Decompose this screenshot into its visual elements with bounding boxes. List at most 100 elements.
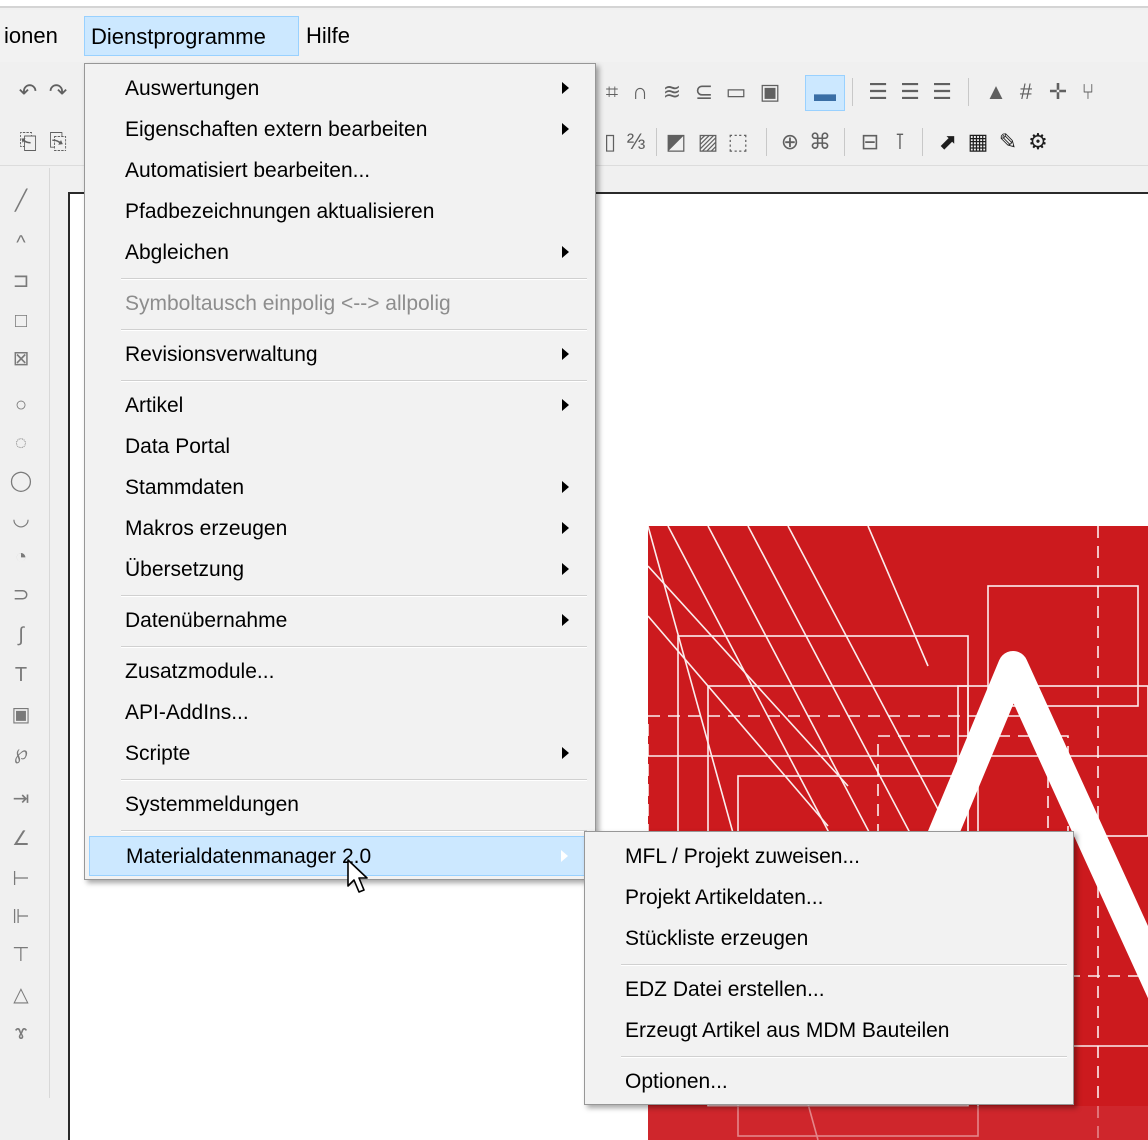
hatch-icon[interactable]: ▨ — [696, 128, 720, 156]
numbering-icon[interactable]: ▭ — [724, 78, 748, 106]
sector-icon[interactable]: ◔ — [6, 544, 36, 570]
placeholder-icon[interactable]: ⬚ — [726, 128, 750, 156]
dimension-horizontal-icon[interactable]: ⊢ — [6, 866, 36, 892]
rectangle-icon[interactable]: □ — [6, 308, 36, 334]
submenu-item-projekt-artikeldaten[interactable]: Projekt Artikeldaten... — [589, 878, 1069, 918]
page-forward-icon[interactable]: ⎘ — [46, 128, 70, 156]
toolbar-separator — [968, 78, 969, 106]
menu-item-label: Artikel — [125, 394, 184, 417]
symbol-icon[interactable]: ⌘ — [808, 128, 832, 156]
text-icon[interactable]: T — [6, 662, 36, 688]
menu-separator — [121, 646, 587, 648]
page-back-icon[interactable]: ⎗ — [16, 128, 40, 156]
menu-item-label: Erzeugt Artikel aus MDM Bauteilen — [625, 1019, 950, 1042]
shape-icon[interactable]: ⊐ — [6, 268, 36, 294]
menu-item-systemmeldungen[interactable]: Systemmeldungen — [89, 785, 591, 825]
menu-item-artikel[interactable]: Artikel — [89, 386, 591, 426]
path-icon[interactable]: ℘ — [6, 740, 36, 766]
menu-item-label: EDZ Datei erstellen... — [625, 978, 825, 1001]
arc-icon[interactable]: ◡ — [6, 506, 36, 532]
menu-item-api-addins[interactable]: API-AddIns... — [89, 693, 591, 733]
redo-icon[interactable]: ↷ — [46, 78, 70, 106]
left-toolbar: ╱ ^ ⊐ □ ⊠ ○ ◌ ◯ ◡ ◔ ⊃ ∫ T ▣ ℘ ⇥ ∠ ⊢ ⊩ ⊤ … — [0, 168, 50, 1098]
frame-icon[interactable]: ▣ — [758, 78, 782, 106]
table-icon[interactable]: ▦ — [966, 128, 990, 156]
menu-optionen[interactable]: ionen — [0, 16, 64, 56]
menu-item-label: API-AddIns... — [125, 701, 249, 724]
menu-item-data-portal[interactable]: Data Portal — [89, 427, 591, 467]
submenu-item-edz-datei-erstellen[interactable]: EDZ Datei erstellen... — [589, 970, 1069, 1010]
align-right-icon[interactable]: ☰ — [930, 78, 954, 106]
submenu-item-stueckliste-erzeugen[interactable]: Stückliste erzeugen — [589, 919, 1069, 959]
dimension-radius-icon[interactable]: ɤ — [6, 1020, 36, 1046]
menu-item-label: Zusatzmodule... — [125, 660, 275, 683]
submenu-item-mfl-projekt-zuweisen[interactable]: MFL / Projekt zuweisen... — [589, 837, 1069, 877]
dimension-chain-icon[interactable]: ⊩ — [6, 904, 36, 930]
ellipse-icon[interactable]: ◯ — [6, 468, 36, 494]
triangle-icon[interactable]: ▲ — [984, 78, 1008, 106]
image-icon[interactable]: ▣ — [6, 702, 36, 728]
page-icon[interactable]: ▯ — [598, 128, 622, 156]
fill-icon[interactable]: ◩ — [664, 128, 688, 156]
menu-item-stammdaten[interactable]: Stammdaten — [89, 468, 591, 508]
branch-icon[interactable]: ⑂ — [1076, 78, 1100, 106]
menu-item-datenuebernahme[interactable]: Datenübernahme — [89, 601, 591, 641]
export-icon[interactable]: ⬈ — [936, 128, 960, 156]
menu-item-eigenschaften-extern[interactable]: Eigenschaften extern bearbeiten — [89, 110, 591, 150]
menu-item-makros-erzeugen[interactable]: Makros erzeugen — [89, 509, 591, 549]
connect-icon[interactable]: ⌗ — [600, 78, 624, 106]
menu-item-scripte[interactable]: Scripte — [89, 734, 591, 774]
menu-item-label: Data Portal — [125, 435, 231, 458]
submenu-item-optionen[interactable]: Optionen... — [589, 1062, 1069, 1102]
menu-item-label: Projekt Artikeldaten... — [625, 886, 824, 909]
arc-alt-icon[interactable]: ⊃ — [6, 582, 36, 608]
rectangle-cross-icon[interactable]: ⊠ — [6, 346, 36, 372]
toolbar-separator — [922, 128, 923, 156]
menu-item-uebersetzung[interactable]: Übersetzung — [89, 550, 591, 590]
menu-item-pfadbezeichnungen[interactable]: Pfadbezeichnungen aktualisieren — [89, 192, 591, 232]
circle-alt-icon[interactable]: ◌ — [6, 430, 36, 456]
menu-item-auswertungen[interactable]: Auswertungen — [89, 69, 591, 109]
ruler-icon: ▬ — [814, 81, 836, 106]
crosshair-icon[interactable]: ✛ — [1046, 78, 1070, 106]
line-icon[interactable]: ╱ — [6, 188, 36, 214]
submenu-arrow-icon — [562, 82, 569, 94]
menu-item-label: Auswertungen — [125, 77, 260, 100]
menu-item-materialdatenmanager[interactable]: Materialdatenmanager 2.0 — [89, 836, 591, 876]
connector-icon[interactable]: ⊕ — [778, 128, 802, 156]
menu-hilfe[interactable]: Hilfe — [300, 16, 356, 56]
materialdatenmanager-submenu: MFL / Projekt zuweisen... Projekt Artike… — [584, 831, 1074, 1105]
script-icon[interactable]: ✎ — [996, 128, 1020, 156]
dimension-icon[interactable]: ⇥ — [6, 786, 36, 812]
menu-item-zusatzmodule[interactable]: Zusatzmodule... — [89, 652, 591, 692]
menu-item-revisionsverwaltung[interactable]: Revisionsverwaltung — [89, 335, 591, 375]
undo-icon[interactable]: ↶ — [16, 78, 40, 106]
settings-icon[interactable]: ⚙ — [1026, 128, 1050, 156]
grid-icon[interactable]: # — [1014, 78, 1038, 106]
polyline-icon[interactable]: ^ — [6, 230, 36, 256]
menu-separator — [121, 380, 587, 382]
text-frame-icon[interactable]: ⊺ — [888, 128, 912, 156]
spline-icon[interactable]: ∫ — [6, 622, 36, 648]
circle-icon[interactable]: ○ — [6, 392, 36, 418]
dimension-arc-icon[interactable]: △ — [6, 982, 36, 1008]
menu-item-automatisiert-bearbeiten[interactable]: Automatisiert bearbeiten... — [89, 151, 591, 191]
menu-item-label: Stückliste erzeugen — [625, 927, 809, 950]
menu-item-label: Übersetzung — [125, 558, 245, 581]
jumper-icon[interactable]: ∩ — [628, 78, 652, 106]
cart-icon[interactable]: ⊟ — [858, 128, 882, 156]
submenu-arrow-icon — [562, 614, 569, 626]
align-center-icon[interactable]: ☰ — [898, 78, 922, 106]
menu-item-label: Scripte — [125, 742, 191, 765]
scale-icon[interactable]: ⅔ — [624, 128, 648, 156]
menu-dienstprogramme[interactable]: Dienstprogramme — [84, 16, 299, 56]
dimension-vertical-icon[interactable]: ⊤ — [6, 942, 36, 968]
menu-item-abgleichen[interactable]: Abgleichen — [89, 233, 591, 273]
submenu-item-erzeugt-artikel[interactable]: Erzeugt Artikel aus MDM Bauteilen — [589, 1011, 1069, 1051]
align-left-icon[interactable]: ☰ — [866, 78, 890, 106]
dimension-angle-icon[interactable]: ∠ — [6, 826, 36, 852]
menu-item-symboltausch: Symboltausch einpolig <--> allpolig — [89, 284, 591, 324]
submenu-arrow-icon — [561, 850, 568, 862]
terminal-icon[interactable]: ⊆ — [692, 78, 716, 106]
wire-icon[interactable]: ≋ — [660, 78, 684, 106]
